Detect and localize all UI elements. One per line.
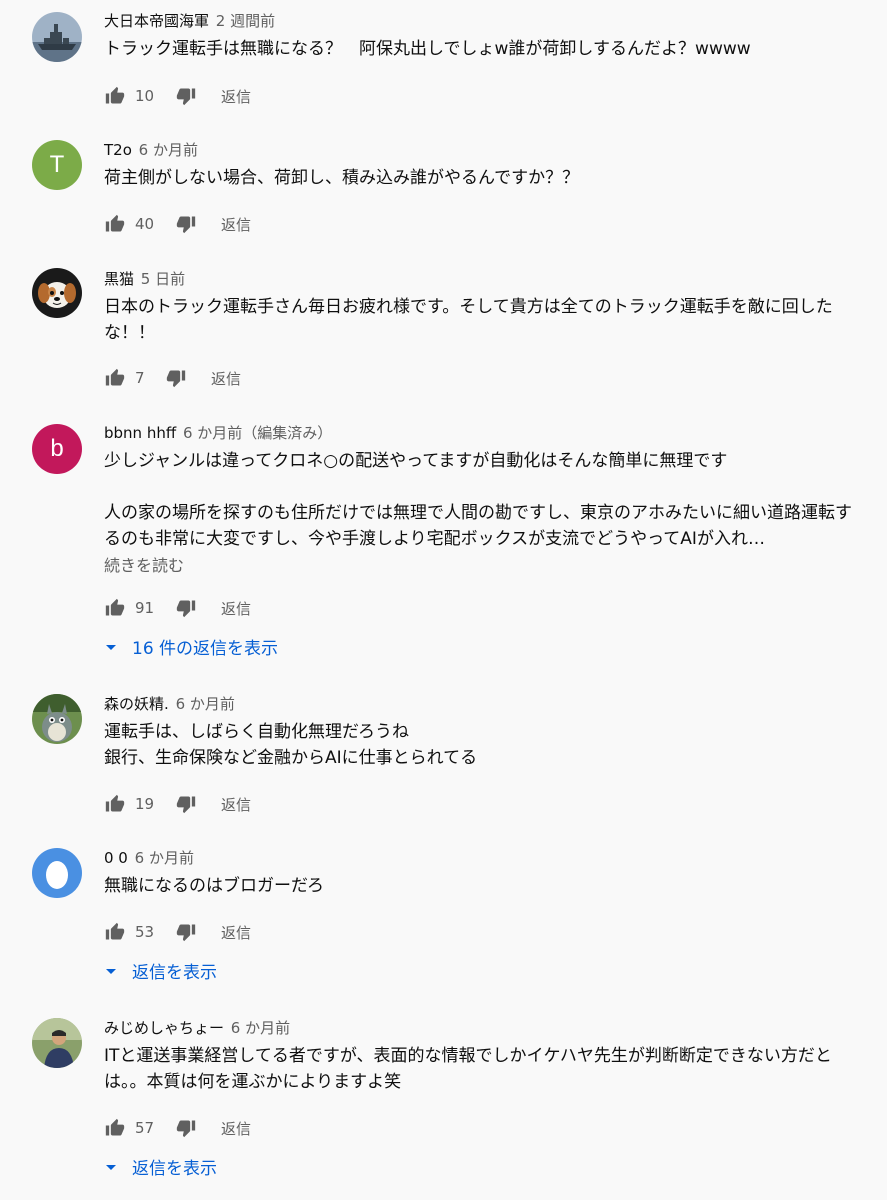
like-count: 7 xyxy=(135,369,145,387)
thumbs-up-icon[interactable] xyxy=(104,921,126,943)
show-replies-label: 16 件の返信を表示 xyxy=(132,639,279,659)
thumbs-up-icon[interactable] xyxy=(104,1117,126,1139)
comment-text: トラック運転手は無職になる？ 阿保丸出しでしょw誰が荷卸しするんだよ？wwww xyxy=(104,39,751,59)
comment-text: 少しジャンルは違ってクロネ○の配送やってますが自動化はそんな簡単に無理です 人の… xyxy=(104,451,852,549)
show-replies-button[interactable]: 返信を表示 xyxy=(104,1154,217,1179)
show-replies-button[interactable]: 返信を表示 xyxy=(104,958,217,983)
thumbs-down-icon[interactable] xyxy=(175,597,197,619)
reply-button[interactable]: 返信 xyxy=(221,86,251,107)
author-name[interactable]: 森の妖精. xyxy=(104,695,169,713)
comment-actions: 40 返信 xyxy=(104,212,251,236)
avatar[interactable] xyxy=(32,848,82,898)
comment-meta: 0 0 6 か月前 xyxy=(104,847,857,869)
comment-time[interactable]: 6 か月前 xyxy=(176,695,235,713)
thumbs-down-icon[interactable] xyxy=(165,367,187,389)
show-replies-label: 返信を表示 xyxy=(132,1159,217,1179)
reply-button[interactable]: 返信 xyxy=(221,794,251,815)
thumbs-down-icon[interactable] xyxy=(175,793,197,815)
reply-button[interactable]: 返信 xyxy=(211,368,241,389)
author-name[interactable]: 黒猫 xyxy=(104,270,134,288)
egg-icon xyxy=(32,848,82,898)
comment-time[interactable]: 6 か月前 xyxy=(231,1019,290,1037)
comment-time[interactable]: 6 か月前 xyxy=(135,849,194,867)
comment-actions: 7 返信 xyxy=(104,366,241,390)
battleship-photo-icon xyxy=(32,12,82,62)
like-count: 91 xyxy=(135,599,155,617)
thumbs-down-icon[interactable] xyxy=(175,213,197,235)
read-more-link[interactable]: 続きを読む xyxy=(104,554,857,578)
author-name[interactable]: 0 0 xyxy=(104,849,128,867)
thumbs-up-icon[interactable] xyxy=(104,597,126,619)
like-count: 19 xyxy=(135,795,155,813)
comment-meta: 黒猫 5 日前 xyxy=(104,268,857,290)
thumbs-up-icon[interactable] xyxy=(104,85,126,107)
comment-actions: 10 返信 xyxy=(104,84,251,108)
thumbs-up-icon[interactable] xyxy=(104,213,126,235)
like-count: 10 xyxy=(135,87,155,105)
comment-meta: T2o 6 か月前 xyxy=(104,139,857,161)
reply-button[interactable]: 返信 xyxy=(221,922,251,943)
author-name[interactable]: T2o xyxy=(104,141,132,159)
caret-down-icon xyxy=(104,966,118,976)
comment-meta: bbnn hhff 6 か月前（編集済み） xyxy=(104,422,857,444)
comment-time[interactable]: 5 日前 xyxy=(141,270,185,288)
comment-actions: 19 返信 xyxy=(104,792,251,816)
comment-meta: みじめしゃちょー 6 か月前 xyxy=(104,1017,857,1039)
comment-text: 荷主側がしない場合、荷卸し、積み込み誰がやるんですか？？ xyxy=(104,168,580,188)
show-replies-label: 返信を表示 xyxy=(132,963,217,983)
comment-time[interactable]: 2 週間前 xyxy=(216,12,275,30)
person-photo-icon xyxy=(32,1018,82,1068)
author-name[interactable]: みじめしゃちょー xyxy=(104,1019,224,1037)
thumbs-up-icon[interactable] xyxy=(104,793,126,815)
avatar[interactable] xyxy=(32,268,82,318)
comment-time[interactable]: 6 か月前 xyxy=(139,141,198,159)
thumbs-down-icon[interactable] xyxy=(175,921,197,943)
avatar[interactable] xyxy=(32,694,82,744)
comment-text: 日本のトラック運転手さん毎日お疲れ様です。そして貴方は全てのトラック運転手を敵に… xyxy=(104,297,833,343)
like-count: 57 xyxy=(135,1119,155,1137)
avatar[interactable]: T xyxy=(32,140,82,190)
thumbs-down-icon[interactable] xyxy=(175,1117,197,1139)
comment-actions: 91 返信 xyxy=(104,596,251,620)
like-count: 40 xyxy=(135,215,155,233)
comment-actions: 53 返信 xyxy=(104,920,251,944)
like-count: 53 xyxy=(135,923,155,941)
comment-text: ITと運送事業経営してる者ですが、表面的な情報でしかイケハヤ先生が判断断定できな… xyxy=(104,1046,832,1092)
avatar[interactable] xyxy=(32,12,82,62)
reply-button[interactable]: 返信 xyxy=(221,598,251,619)
reply-button[interactable]: 返信 xyxy=(221,1118,251,1139)
comment-meta: 大日本帝國海軍 2 週間前 xyxy=(104,10,857,32)
avatar[interactable] xyxy=(32,1018,82,1068)
edited-label: （編集済み） xyxy=(242,424,333,442)
thumbs-up-icon[interactable] xyxy=(104,367,126,389)
forest-spirit-icon xyxy=(32,694,82,744)
avatar-letter: b xyxy=(50,435,64,462)
thumbs-down-icon[interactable] xyxy=(175,85,197,107)
comment-meta: 森の妖精. 6 か月前 xyxy=(104,693,857,715)
comment-time[interactable]: 6 か月前 xyxy=(183,424,242,442)
dog-cartoon-icon xyxy=(32,268,82,318)
avatar[interactable]: b xyxy=(32,424,82,474)
author-name[interactable]: 大日本帝國海軍 xyxy=(104,12,209,30)
comment-actions: 57 返信 xyxy=(104,1116,251,1140)
avatar-letter: T xyxy=(49,151,65,178)
avatar-background: b xyxy=(32,424,82,474)
caret-down-icon xyxy=(104,642,118,652)
reply-button[interactable]: 返信 xyxy=(221,214,251,235)
comment-text: 運転手は、しばらく自動化無理だろうね 銀行、生命保険など金融からAIに仕事とられ… xyxy=(104,722,478,768)
show-replies-button[interactable]: 16 件の返信を表示 xyxy=(104,634,278,659)
author-name[interactable]: bbnn hhff xyxy=(104,424,176,442)
caret-down-icon xyxy=(104,1162,118,1172)
avatar-background: T xyxy=(32,140,82,190)
comment-text: 無職になるのはブロガーだろ xyxy=(104,876,324,896)
